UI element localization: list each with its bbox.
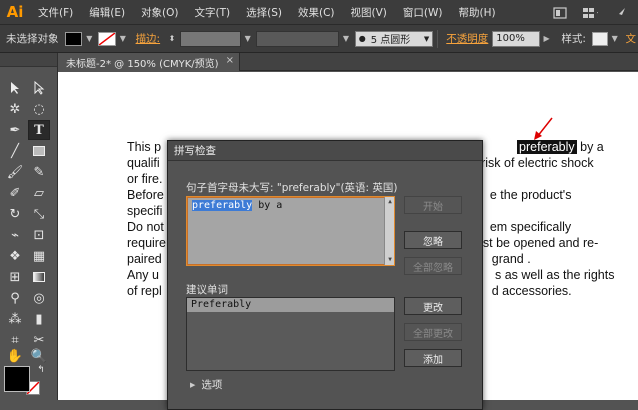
chevron-down-icon[interactable]: ▼ <box>343 34 351 43</box>
dialog-title[interactable]: 拼写检查 <box>168 141 482 161</box>
stepper-icon[interactable]: ⬍ <box>164 32 180 46</box>
menu-bar: Ai 文件(F) 编辑(E) 对象(O) 文字(T) 选择(S) 效果(C) 视… <box>0 0 638 25</box>
selection-tool-icon[interactable] <box>4 78 26 98</box>
document-tab-title: 未标题-2* @ 150% (CMYK/预览) <box>66 58 219 70</box>
type-tool-icon[interactable]: T <box>28 120 50 140</box>
dot-icon: ● <box>358 34 366 43</box>
fill-color-swatch[interactable] <box>4 366 30 392</box>
fill-swatch[interactable] <box>64 31 83 46</box>
menu-type[interactable]: 文字(T) <box>187 5 239 20</box>
divider <box>437 29 439 48</box>
expand-triangle-icon: ▶ <box>190 380 196 389</box>
eraser-tool-icon[interactable]: ▱ <box>28 183 50 203</box>
change-all-button[interactable]: 全部更改 <box>404 323 462 341</box>
stroke-weight-field[interactable] <box>179 30 241 47</box>
eyedropper-icon[interactable]: ⚲ <box>4 288 26 308</box>
bridge-icon[interactable] <box>552 6 568 20</box>
style-label: 样式: <box>561 33 586 45</box>
brush-tool-icon[interactable]: 🖌 <box>4 162 26 182</box>
swap-colors-icon[interactable]: ↰ <box>34 364 48 376</box>
mesh-tool-icon[interactable]: ⊞ <box>4 267 26 287</box>
chevron-right-icon[interactable]: ▶ <box>544 34 552 43</box>
chevron-down-icon[interactable]: ▼ <box>245 34 253 43</box>
start-button[interactable]: 开始 <box>404 196 462 214</box>
grid-layout-icon[interactable] <box>582 6 598 20</box>
ignore-button[interactable]: 忽略 <box>404 231 462 249</box>
menu-window[interactable]: 窗口(W) <box>395 5 451 20</box>
scroll-down-icon[interactable]: ▼ <box>385 255 395 265</box>
stroke-link[interactable]: 描边: <box>132 31 165 46</box>
panel-grip[interactable] <box>0 53 57 67</box>
suggestions-list[interactable]: Preferably <box>186 297 395 371</box>
problem-text-area[interactable]: preferably by a ▲ ▼ <box>186 196 395 266</box>
shape-builder-icon[interactable]: ❖ <box>4 246 26 266</box>
problem-word: preferably <box>192 200 253 211</box>
symbol-sprayer-icon[interactable]: ⁂ <box>4 309 26 329</box>
blend-tool-icon[interactable]: ◎ <box>28 288 50 308</box>
lasso-icon[interactable]: ◌ <box>28 99 50 119</box>
options-label: 选项 <box>201 379 223 391</box>
menu-edit[interactable]: 编辑(E) <box>81 5 133 20</box>
line-tool-icon[interactable]: ╱ <box>4 141 26 161</box>
selection-status: 未选择对象 <box>6 33 59 45</box>
width-tool-icon[interactable]: ⌁ <box>4 225 26 245</box>
list-item[interactable]: Preferably <box>187 298 394 312</box>
menu-file[interactable]: 文件(F) <box>30 5 81 20</box>
menu-view[interactable]: 视图(V) <box>343 5 395 20</box>
pen-tool-icon[interactable]: ✒ <box>4 120 26 140</box>
app-logo: Ai <box>6 3 24 21</box>
direct-selection-tool-icon[interactable] <box>28 78 50 98</box>
rectangle-tool-icon[interactable] <box>28 141 50 161</box>
close-icon[interactable]: × <box>226 55 234 66</box>
change-button[interactable]: 更改 <box>404 297 462 315</box>
add-button[interactable]: 添加 <box>404 349 462 367</box>
red-arrow-annotation <box>534 117 553 140</box>
scroll-up-icon[interactable]: ▲ <box>385 197 395 207</box>
magic-wand-icon[interactable]: ✲ <box>4 99 26 119</box>
control-bar: 未选择对象 ▼ ▼ 描边: ⬍ ▼ ▼ ● 5 点圆形 ▼ 不透明度 100% ▶ … <box>0 25 638 53</box>
perspective-grid-icon[interactable]: ▦ <box>28 246 50 266</box>
hand-tool-icon[interactable]: ✋ <box>4 346 26 366</box>
highlighted-word: preferably <box>517 140 577 154</box>
gradient-tool-icon[interactable] <box>28 267 50 287</box>
menu-select[interactable]: 选择(S) <box>238 5 290 20</box>
menu-help[interactable]: 帮助(H) <box>451 5 504 20</box>
stroke-swatch[interactable] <box>98 31 116 46</box>
zoom-tool-icon[interactable]: 🔍 <box>28 346 50 366</box>
style-swatch[interactable] <box>591 31 608 46</box>
variable-width-field[interactable] <box>256 30 339 47</box>
problem-label: 句子首字母未大写: "preferably"(英语: 英国) <box>186 182 398 194</box>
ignore-all-button[interactable]: 全部忽略 <box>404 257 462 275</box>
chevron-down-icon[interactable]: ▼ <box>120 34 128 43</box>
rocket-icon[interactable] <box>612 6 628 20</box>
rotate-tool-icon[interactable]: ↻ <box>4 204 26 224</box>
character-link[interactable]: 文 <box>623 31 638 46</box>
column-graph-icon[interactable]: ▮ <box>28 309 50 329</box>
pencil-tool-icon[interactable]: ✎ <box>28 162 50 182</box>
spell-check-dialog: 拼写检查 句子首字母未大写: "preferably"(英语: 英国) pref… <box>167 140 483 410</box>
document-tab[interactable]: 未标题-2* @ 150% (CMYK/预览) × <box>58 53 240 71</box>
document-tab-bar: 未标题-2* @ 150% (CMYK/预览) × <box>58 53 638 71</box>
chevron-down-icon[interactable]: ▼ <box>86 34 94 43</box>
opacity-link[interactable]: 不透明度 <box>442 31 492 46</box>
scale-tool-icon[interactable]: ⤡ <box>28 204 50 224</box>
chevron-down-icon[interactable]: ▼ <box>612 34 620 43</box>
options-toggle[interactable]: ▶ 选项 <box>190 377 222 392</box>
opacity-input[interactable]: 100% <box>492 30 540 47</box>
menu-object[interactable]: 对象(O) <box>133 5 186 20</box>
brush-definition-field[interactable]: ● 5 点圆形 ▼ <box>354 30 434 47</box>
menu-effect[interactable]: 效果(C) <box>290 5 343 20</box>
blob-brush-icon[interactable]: ✐ <box>4 183 26 203</box>
scrollbar[interactable]: ▲ ▼ <box>384 197 394 265</box>
free-transform-icon[interactable]: ⊡ <box>28 225 50 245</box>
suggestions-label: 建议单词 <box>186 284 228 296</box>
